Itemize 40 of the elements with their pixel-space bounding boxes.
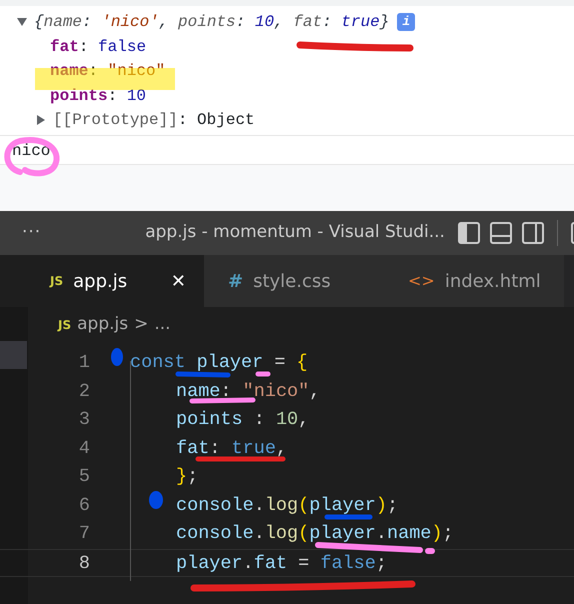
- disclosure-triangle-icon[interactable]: [35, 114, 47, 126]
- breadcrumb-item[interactable]: ...: [154, 312, 171, 338]
- code-line: fat: true,: [175, 436, 288, 460]
- code-line: name: "nico",: [175, 380, 320, 404]
- line-number: 7: [78, 522, 90, 546]
- object-property: fat: false: [50, 36, 146, 58]
- breadcrumb-item[interactable]: app.js: [77, 312, 128, 338]
- line-number: 3: [78, 408, 90, 432]
- code-line: player.fat = false;: [175, 552, 387, 576]
- panel-toggle-icon[interactable]: [488, 221, 513, 245]
- line-number: 5: [78, 465, 90, 489]
- file-type-icon: JS: [50, 272, 64, 290]
- line-number: 6: [78, 494, 90, 518]
- code-line: console.log(player);: [175, 494, 398, 518]
- console-output: nico: [12, 142, 50, 160]
- code-line: console.log(player.name);: [175, 522, 454, 546]
- line-number: 2: [78, 380, 90, 404]
- line-number: 8: [78, 552, 90, 576]
- object-property: points: 10: [50, 86, 146, 106]
- activity-bar-highlight: [0, 341, 27, 369]
- editor-tab[interactable]: <> index.html: [384, 255, 564, 307]
- layout-toggle-icon[interactable]: [520, 221, 545, 245]
- line-number: 4: [78, 436, 90, 460]
- window-title: app.js - momentum - Visual Studi...: [145, 221, 445, 244]
- code-line: const player = {: [129, 351, 308, 375]
- prototype-entry: [[Prototype]]: Object: [53, 110, 255, 131]
- code-line: };: [175, 465, 198, 489]
- file-type-icon: <>: [408, 269, 435, 293]
- editor-tab[interactable]: # style.css: [204, 255, 384, 307]
- object-summary: {name: 'nico', points: 10, fat: true}: [34, 12, 390, 33]
- code-line: points : 10,: [175, 408, 310, 432]
- close-icon[interactable]: ✕: [170, 268, 186, 294]
- breadcrumb-separator: >: [134, 313, 148, 336]
- disclosure-triangle-icon[interactable]: [16, 16, 28, 28]
- file-type-icon: #: [228, 268, 244, 294]
- sidebar-toggle-icon[interactable]: [456, 221, 481, 245]
- line-number: 1: [78, 351, 90, 375]
- editor-tab[interactable]: JS app.js ✕: [28, 255, 204, 307]
- menu-button[interactable]: ···: [22, 220, 42, 246]
- file-type-icon: JS: [58, 316, 72, 334]
